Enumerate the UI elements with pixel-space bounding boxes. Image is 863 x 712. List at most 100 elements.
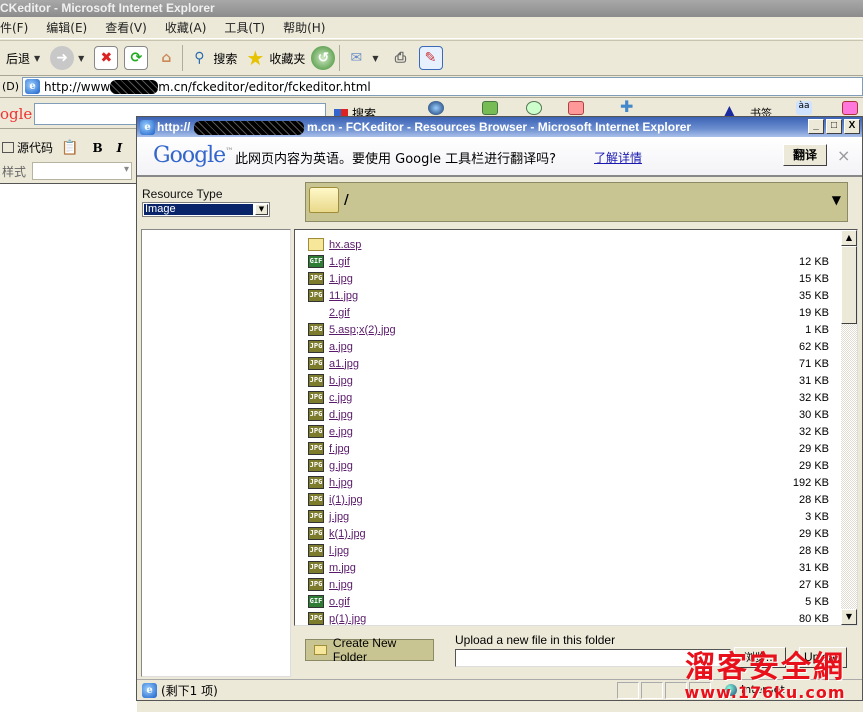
translate-close-icon[interactable]: × — [837, 146, 850, 165]
menu-file[interactable]: 件(F) — [0, 19, 28, 36]
file-row[interactable]: JPG k(1).jpg 29 KB — [295, 525, 841, 542]
file-name-link[interactable]: f.jpg — [329, 443, 350, 455]
menu-tools[interactable]: 工具(T) — [224, 19, 265, 36]
menu-help[interactable]: 帮助(H) — [283, 19, 325, 36]
folder-dropdown-icon[interactable]: ▼ — [832, 193, 841, 207]
file-row[interactable]: JPG p(1).jpg 80 KB — [295, 610, 841, 626]
file-name-link[interactable]: b.jpg — [329, 375, 353, 387]
vertical-scrollbar[interactable]: ▲ ▼ — [841, 230, 857, 625]
file-name-link[interactable]: l.jpg — [329, 545, 349, 557]
file-name-link[interactable]: a1.jpg — [329, 358, 359, 370]
file-row[interactable]: JPG a.jpg 62 KB — [295, 338, 841, 355]
history-icon[interactable]: ↺ — [311, 46, 336, 70]
leaf-icon[interactable] — [526, 101, 542, 115]
popup-title-bar[interactable]: e http:// m.cn - FCKeditor - Resources B… — [137, 117, 862, 137]
folder-tree-panel[interactable] — [141, 229, 291, 677]
forward-button[interactable]: ➜ ▼ — [50, 46, 88, 70]
file-name-link[interactable]: 2.gif — [329, 307, 350, 319]
file-row[interactable]: JPG g.jpg 29 KB — [295, 457, 841, 474]
translate-button[interactable]: 翻译 — [783, 144, 827, 166]
file-row[interactable]: 2.gif 19 KB — [295, 304, 841, 321]
file-row[interactable]: hx.asp — [295, 236, 841, 253]
refresh-icon[interactable]: ⟳ — [124, 46, 149, 70]
file-row[interactable]: JPG h.jpg 192 KB — [295, 474, 841, 491]
forward-dropdown-icon[interactable]: ▼ — [78, 54, 84, 63]
file-name-link[interactable]: 1.gif — [329, 256, 350, 268]
minimize-button[interactable]: _ — [808, 119, 824, 134]
address-input[interactable]: e http://www m.cn/fckeditor/editor/fcked… — [22, 77, 863, 96]
style-select[interactable] — [32, 162, 133, 180]
file-name-link[interactable]: a.jpg — [329, 341, 353, 353]
file-name-link[interactable]: d.jpg — [329, 409, 353, 421]
file-name-link[interactable]: m.jpg — [329, 562, 356, 574]
source-button[interactable]: 源代码 — [17, 139, 53, 156]
file-row[interactable]: JPG n.jpg 27 KB — [295, 576, 841, 593]
print-icon[interactable]: ⎙ — [389, 46, 413, 70]
file-row[interactable]: JPG b.jpg 31 KB — [295, 372, 841, 389]
home-icon[interactable]: ⌂ — [154, 46, 178, 70]
file-name-link[interactable]: 5.asp;x(2).jpg — [329, 324, 396, 336]
file-name-link[interactable]: n.jpg — [329, 579, 353, 591]
file-row[interactable]: JPG 5.asp;x(2).jpg 1 KB — [295, 321, 841, 338]
file-row[interactable]: JPG a1.jpg 71 KB — [295, 355, 841, 372]
chevron-down-icon[interactable]: ▼ — [255, 204, 268, 215]
mail-button[interactable]: ✉ ▼ — [344, 46, 382, 70]
bold-button[interactable]: B — [92, 141, 102, 155]
file-name-link[interactable]: j.jpg — [329, 511, 349, 523]
menu-view[interactable]: 查看(V) — [105, 19, 147, 36]
scroll-thumb[interactable] — [841, 246, 857, 324]
file-name-link[interactable]: o.gif — [329, 596, 350, 608]
stop-icon[interactable]: ✖ — [94, 46, 119, 70]
calendar-icon[interactable] — [568, 101, 584, 115]
file-row[interactable]: JPG f.jpg 29 KB — [295, 440, 841, 457]
edit-icon[interactable]: ✎ — [418, 46, 443, 70]
file-name-link[interactable]: g.jpg — [329, 460, 353, 472]
maximize-button[interactable]: □ — [826, 119, 842, 134]
paste-icon[interactable]: 📋 — [61, 140, 78, 156]
file-row[interactable]: GIF o.gif 5 KB — [295, 593, 841, 610]
file-row[interactable]: JPG d.jpg 30 KB — [295, 406, 841, 423]
menu-favorites[interactable]: 收藏(A) — [165, 19, 207, 36]
file-name-link[interactable]: e.jpg — [329, 426, 353, 438]
file-row[interactable]: JPG e.jpg 32 KB — [295, 423, 841, 440]
italic-button[interactable]: I — [117, 141, 123, 155]
file-row[interactable]: JPG j.jpg 3 KB — [295, 508, 841, 525]
file-row[interactable]: GIF 1.gif 12 KB — [295, 253, 841, 270]
back-dropdown-icon[interactable]: ▼ — [34, 54, 40, 63]
file-name-link[interactable]: i(1).jpg — [329, 494, 363, 506]
mail-dropdown-icon[interactable]: ▼ — [372, 54, 378, 63]
learn-more-link[interactable]: 了解详情 — [594, 149, 642, 166]
file-row[interactable]: JPG i(1).jpg 28 KB — [295, 491, 841, 508]
scroll-up-button[interactable]: ▲ — [841, 230, 857, 246]
editor-body[interactable] — [0, 183, 137, 712]
file-row[interactable]: JPG l.jpg 28 KB — [295, 542, 841, 559]
file-row[interactable]: JPG m.jpg 31 KB — [295, 559, 841, 576]
up-caret-icon[interactable]: ▲ — [724, 103, 740, 119]
plus-icon[interactable]: ✚ — [620, 99, 636, 115]
picture-icon[interactable] — [482, 101, 498, 115]
close-button[interactable]: X — [844, 119, 860, 134]
favorites-button[interactable]: ★ 收藏夹 — [243, 46, 305, 70]
back-button[interactable]: 后退 ▼ — [4, 50, 44, 67]
file-row[interactable]: JPG 11.jpg 35 KB — [295, 287, 841, 304]
search-button[interactable]: ⚲ 搜索 — [187, 46, 237, 70]
file-row[interactable]: JPG c.jpg 32 KB — [295, 389, 841, 406]
browse-button[interactable]: 浏览... — [734, 647, 786, 668]
upload-file-input[interactable] — [455, 649, 731, 667]
file-name-link[interactable]: p(1).jpg — [329, 613, 366, 625]
menu-edit[interactable]: 编辑(E) — [46, 19, 87, 36]
globe-icon[interactable] — [428, 101, 444, 115]
settings-icon[interactable] — [842, 101, 858, 115]
scroll-down-button[interactable]: ▼ — [841, 609, 857, 625]
resource-type-select[interactable]: Image ▼ — [142, 202, 270, 217]
file-row[interactable]: JPG 1.jpg 15 KB — [295, 270, 841, 287]
file-name-link[interactable]: hx.asp — [329, 239, 361, 251]
current-folder-bar[interactable]: / ▼ — [305, 182, 848, 222]
file-name-link[interactable]: c.jpg — [329, 392, 352, 404]
upload-button[interactable]: Upload — [799, 647, 847, 668]
file-name-link[interactable]: 1.jpg — [329, 273, 353, 285]
file-name-link[interactable]: h.jpg — [329, 477, 353, 489]
create-new-folder-button[interactable]: Create New Folder — [305, 636, 434, 664]
translate-icon[interactable]: àa — [796, 101, 812, 115]
file-name-link[interactable]: 11.jpg — [329, 290, 358, 302]
